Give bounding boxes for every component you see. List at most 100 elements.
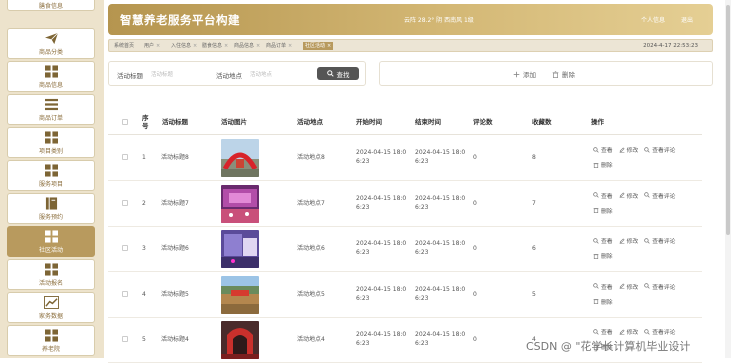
logout-link[interactable]: 退出: [681, 17, 693, 24]
sidebar-item[interactable]: 商品分类: [7, 28, 95, 59]
tab-label: 商品订单: [266, 43, 287, 49]
tab[interactable]: 用户 ×: [142, 42, 162, 50]
search-icon: [593, 192, 601, 198]
personal-info-link[interactable]: 个人信息: [641, 17, 665, 24]
tab[interactable]: 入住信息 ×: [169, 42, 199, 50]
view-comments-button[interactable]: 查看评论: [644, 145, 675, 154]
sidebar-item[interactable]: 商品信息: [7, 61, 95, 92]
sidebar-item[interactable]: 商品订单: [7, 94, 95, 125]
view-comments-button[interactable]: 查看评论: [644, 191, 675, 200]
row-delete-button[interactable]: 删除: [593, 160, 613, 169]
view-comments-label: 查看评论: [652, 330, 676, 336]
close-icon[interactable]: ×: [156, 43, 160, 49]
delete-button[interactable]: 删除: [552, 69, 575, 79]
edit-button[interactable]: 修改: [619, 327, 638, 336]
row-actions: 查看 修改 查看评论删除: [593, 145, 703, 175]
cell-start: 2024-04-15 18:06:23: [356, 149, 407, 165]
tab[interactable]: 商品订单 ×: [264, 42, 294, 50]
title-filter-label: 活动标题: [117, 72, 143, 80]
row-checkbox[interactable]: [122, 199, 128, 206]
header-favorites[interactable]: 收藏数: [532, 118, 552, 126]
place-filter-label: 活动地点: [216, 72, 242, 80]
search-icon: [593, 146, 601, 153]
cell-place: 活动地点4: [297, 336, 325, 343]
view-button[interactable]: 查看: [593, 191, 613, 200]
tab[interactable]: 膳食信息 ×: [200, 42, 230, 50]
sidebar-item[interactable]: 养老院: [7, 325, 95, 356]
table-row[interactable]: 1 活动标题8 活动地点8 2024-04-15 18:06:23 2024-04-15…: [108, 136, 702, 181]
cell-seq: 3: [142, 245, 146, 252]
sidebar-item-label: 膳食信息: [38, 3, 63, 10]
sidebar-item[interactable]: 项目类别: [7, 127, 95, 158]
tab[interactable]: 商品信息 ×: [232, 42, 262, 50]
header-place[interactable]: 活动地点: [297, 118, 323, 126]
table-header: 序号 活动标题 活动图片 活动地点 开始时间 结束时间 评论数 收藏数 操作: [108, 108, 702, 135]
row-checkbox[interactable]: [122, 336, 128, 342]
table-row[interactable]: 4 活动标题5 活动地点5 2024-04-15 18:06:23 2024-04-15…: [108, 273, 702, 318]
row-actions: 查看 修改 查看评论删除: [593, 191, 703, 221]
view-comments-button[interactable]: 查看评论: [644, 236, 675, 245]
add-button[interactable]: 添加: [513, 69, 536, 79]
cell-end: 2024-04-15 18:06:23: [415, 240, 466, 256]
header-end[interactable]: 结束时间: [415, 118, 441, 126]
delete-label: 删除: [601, 299, 613, 306]
sidebar-item-label: 社区活动: [38, 246, 63, 254]
table-row[interactable]: 3 活动标题6 活动地点6 2024-04-15 18:06:23 2024-04-15…: [108, 227, 702, 272]
close-icon[interactable]: ×: [224, 43, 228, 49]
sidebar-item[interactable]: 服务预约: [7, 193, 95, 224]
view-comments-button[interactable]: 查看评论: [644, 327, 675, 336]
sidebar-item[interactable]: 活动报名: [7, 259, 95, 290]
tab[interactable]: 社区活动 ×: [303, 42, 334, 50]
row-checkbox[interactable]: [122, 154, 128, 160]
view-comments-button[interactable]: 查看评论: [644, 282, 675, 291]
row-delete-button[interactable]: 删除: [593, 251, 613, 260]
view-button[interactable]: 查看: [593, 282, 613, 291]
tab[interactable]: 系统首页: [112, 42, 136, 50]
row-delete-button[interactable]: 删除: [593, 297, 613, 306]
cell-end: 2024-04-15 18:06:23: [415, 285, 466, 302]
list-icon: [44, 98, 59, 111]
header-start[interactable]: 开始时间: [356, 118, 382, 126]
cell-place: 活动地点5: [297, 290, 325, 298]
edit-button[interactable]: 修改: [619, 236, 638, 245]
grid-icon: [44, 262, 59, 276]
row-checkbox[interactable]: [122, 290, 128, 297]
sidebar-item[interactable]: 家务数据: [7, 292, 95, 323]
header-image[interactable]: 活动图片: [221, 118, 247, 126]
header-comments[interactable]: 评论数: [473, 118, 493, 126]
view-button[interactable]: 查看: [593, 145, 613, 154]
edit-button[interactable]: 修改: [619, 191, 638, 200]
search-button[interactable]: 查找: [317, 67, 359, 80]
view-comments-label: 查看评论: [652, 193, 676, 200]
view-button[interactable]: 查看: [593, 236, 613, 245]
close-icon[interactable]: ×: [327, 43, 331, 49]
select-all-checkbox[interactable]: [122, 119, 128, 125]
title-filter-input[interactable]: [149, 69, 201, 80]
view-button[interactable]: 查看: [593, 327, 613, 336]
header-title[interactable]: 活动标题: [162, 118, 188, 126]
delete-label: 删除: [601, 254, 613, 260]
row-delete-button[interactable]: 删除: [593, 206, 613, 215]
cell-seq: 2: [142, 199, 146, 207]
cell-title: 活动标题6: [161, 245, 189, 252]
cell-title: 活动标题7: [161, 199, 189, 207]
view-label: 查看: [601, 330, 613, 336]
sidebar-item-meal-info[interactable]: 膳食信息: [7, 0, 95, 11]
row-checkbox[interactable]: [122, 245, 128, 251]
table-row[interactable]: 2 活动标题7 活动地点7 2024-04-15 18:06:23 2024-04-15…: [108, 182, 702, 227]
sidebar-item[interactable]: 服务项目: [7, 160, 95, 191]
edit-button[interactable]: 修改: [619, 145, 638, 154]
edit-button[interactable]: 修改: [619, 282, 638, 291]
add-button-label: 添加: [523, 71, 536, 79]
cell-favorites: 6: [532, 245, 536, 252]
close-icon[interactable]: ×: [193, 43, 197, 49]
close-icon[interactable]: ×: [288, 43, 292, 49]
tabs-bar: 2024-4-17 22:53:23 系统首页 用户 × 入住信息 × 膳食信息 × 商品信息…: [108, 39, 713, 52]
sidebar-item[interactable]: 社区活动: [7, 226, 95, 257]
sidebar-item-label: 服务项目: [38, 180, 63, 188]
close-icon[interactable]: ×: [256, 43, 260, 49]
cell-comments: 0: [473, 290, 477, 298]
scrollbar-thumb[interactable]: [726, 5, 730, 235]
sidebar: 膳食信息 商品分类 商品信息 商品订单 项目类别服务项目服务预约社区活动活动报名 家务数…: [0, 0, 104, 358]
place-filter-input[interactable]: [248, 69, 300, 80]
